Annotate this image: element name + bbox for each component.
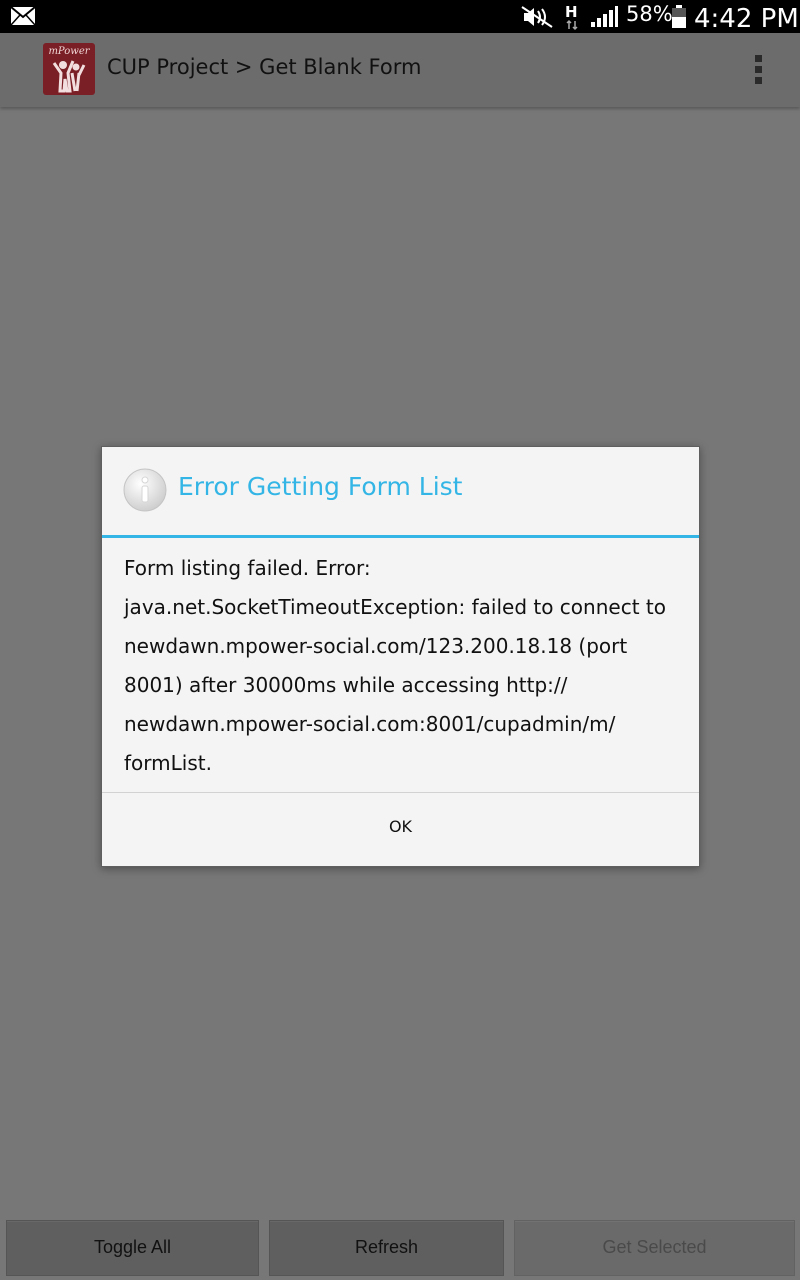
ok-button[interactable]: OK — [102, 793, 699, 866]
page-title: CUP Project > Get Blank Form — [107, 55, 422, 79]
message-line: newdawn.mpower-social.com/123.200.18.18 … — [124, 634, 628, 658]
status-bar: H 58% 4:42 PM — [0, 0, 800, 35]
message-line: java.net.SocketTimeoutException: failed … — [124, 595, 666, 619]
message-line: formList. — [124, 751, 212, 775]
clock: 4:42 PM — [694, 4, 799, 34]
battery-icon — [671, 5, 687, 33]
mail-icon — [10, 6, 36, 30]
battery-percent: 58% — [626, 2, 673, 26]
overflow-menu-icon[interactable] — [740, 51, 776, 91]
network-hplus-icon: H — [563, 3, 581, 35]
info-icon — [123, 468, 167, 512]
people-icon — [52, 60, 86, 93]
dialog-title: Error Getting Form List — [178, 472, 463, 501]
dialog-message: Form listing failed. Error: java.net.Soc… — [124, 549, 674, 783]
get-selected-button[interactable]: Get Selected — [514, 1220, 795, 1276]
action-bar: mPower CUP Project > Get Blank Form — [0, 33, 800, 107]
message-line: 8001) after 30000ms while accessing http… — [124, 673, 568, 697]
toggle-all-button[interactable]: Toggle All — [6, 1220, 259, 1276]
app-logo[interactable]: mPower — [43, 43, 95, 95]
dialog-header: Error Getting Form List — [102, 447, 699, 538]
error-dialog: Error Getting Form List Form listing fai… — [101, 446, 700, 867]
refresh-button[interactable]: Refresh — [269, 1220, 504, 1276]
message-line: newdawn.mpower-social.com:8001/cupadmin/… — [124, 712, 616, 736]
mute-icon — [520, 5, 554, 33]
logo-text: mPower — [48, 46, 90, 57]
svg-text:H: H — [565, 3, 578, 21]
message-line: Form listing failed. Error: — [124, 556, 371, 580]
signal-icon — [590, 6, 618, 32]
